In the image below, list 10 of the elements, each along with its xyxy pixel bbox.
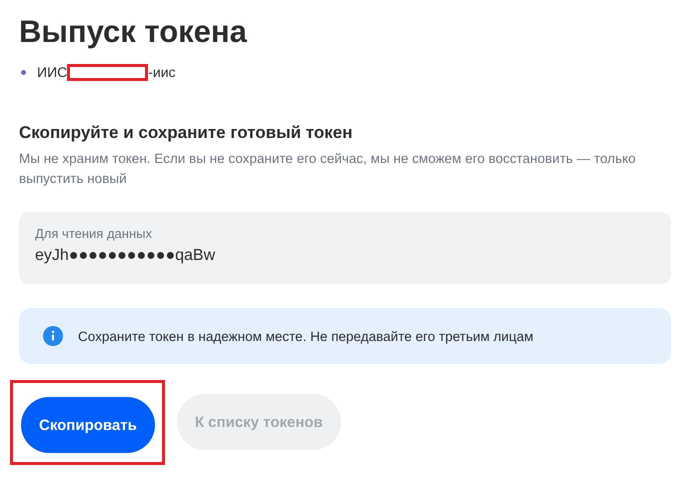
bullet-icon xyxy=(21,70,26,74)
token-field[interactable]: Для чтения данных eyJh●●●●●●●●●●●qaBw xyxy=(19,212,671,284)
account-suffix: -иис xyxy=(148,64,176,80)
copy-button[interactable]: Скопировать xyxy=(21,397,155,453)
notice-text: Сохраните токен в надежном месте. Не передавайте его третьим лицам xyxy=(78,328,534,344)
section-heading: Скопируйте и сохраните готовый токен xyxy=(19,122,354,144)
page-title: Выпуск токена xyxy=(19,13,248,51)
info-icon xyxy=(43,326,63,346)
account-name: ИИС xyxy=(37,64,68,80)
section-description: Мы не храним токен. Если вы не сохраните его сейчас, мы не сможем его восстановить — только выпустить новый xyxy=(19,150,637,188)
